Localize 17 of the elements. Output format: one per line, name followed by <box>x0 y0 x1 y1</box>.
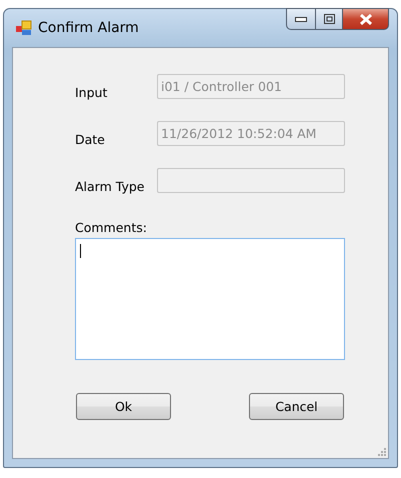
comments-field[interactable] <box>75 238 345 360</box>
field-label: Input <box>75 84 108 100</box>
close-icon <box>358 14 372 24</box>
window-title: Confirm Alarm <box>38 20 140 36</box>
dialog-button[interactable]: Cancel <box>249 393 344 420</box>
text-cursor <box>80 244 81 258</box>
maximize-button[interactable] <box>316 8 343 30</box>
resize-grip-icon <box>378 448 386 456</box>
dialog-button[interactable]: Ok <box>76 393 171 420</box>
maximize-icon <box>324 14 334 24</box>
minimize-button[interactable] <box>286 8 316 30</box>
field-label: Date <box>75 131 106 147</box>
comments-label: Comments: <box>75 220 148 235</box>
field-label: Alarm Type <box>75 178 146 194</box>
close-button[interactable] <box>343 8 389 30</box>
minimize-icon <box>295 16 307 22</box>
app-icon <box>16 20 32 36</box>
